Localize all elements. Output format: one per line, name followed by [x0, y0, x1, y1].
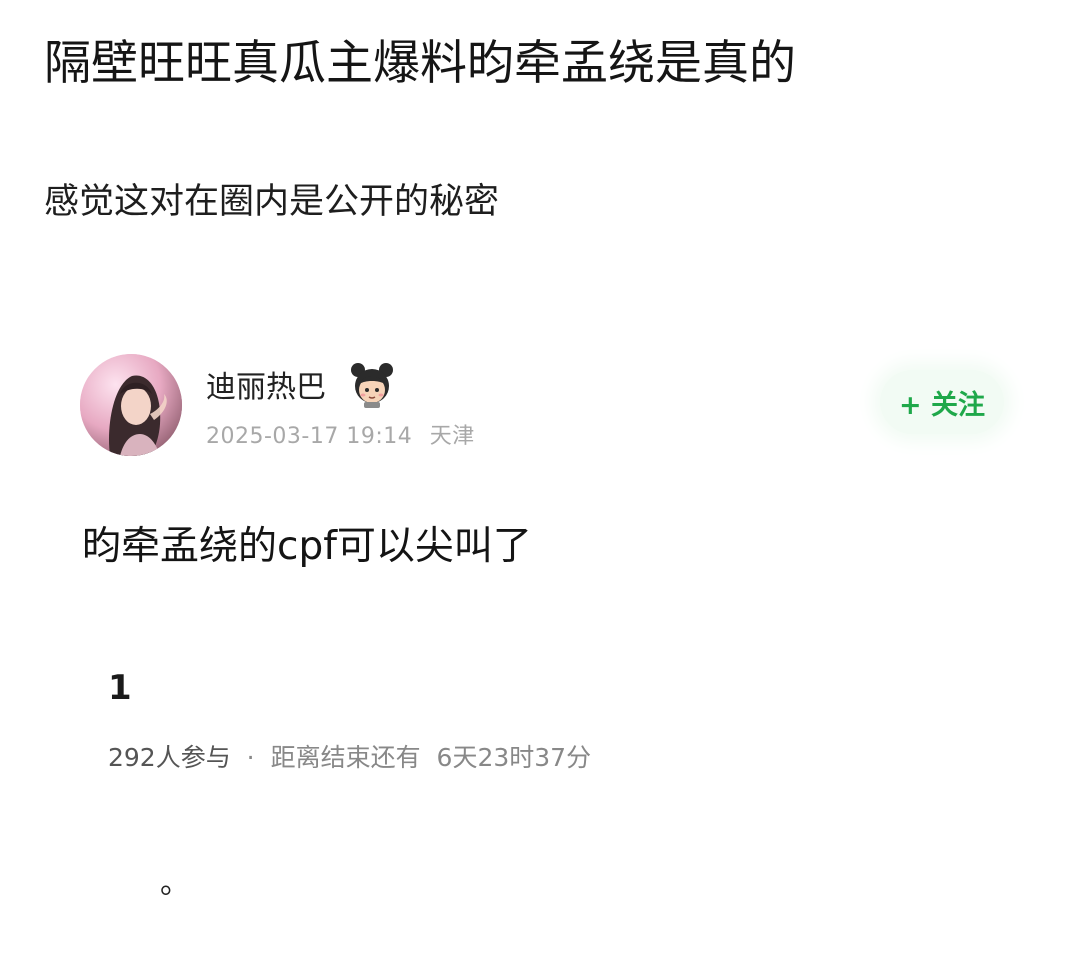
poll-participants: 292人参与: [108, 743, 231, 772]
post-meta: 2025-03-17 19:14 天津: [206, 418, 475, 450]
post-body: 昀牵孟绕的cpf可以尖叫了: [82, 524, 532, 569]
author-row: 迪丽热巴: [206, 362, 396, 408]
poll-meta: 292人参与 · 距离结束还有 6天23时37分: [108, 738, 591, 774]
poll-countdown-prefix: 距离结束还有: [270, 743, 421, 772]
trailing-text: 。: [160, 866, 190, 901]
poll-countdown: 6天23时37分: [436, 743, 592, 772]
post-timestamp: 2025-03-17 19:14: [206, 424, 413, 449]
follow-button[interactable]: + 关注: [880, 370, 1004, 434]
headline: 隔壁旺旺真瓜主爆料昀牵孟绕是真的: [44, 36, 796, 91]
avatar[interactable]: [80, 354, 182, 456]
post-header: 迪丽热巴 2025-03-17 19:14 天津 + 关注: [80, 352, 1020, 462]
poll-count: 1: [108, 668, 132, 708]
author-name[interactable]: 迪丽热巴: [206, 362, 326, 406]
cartoon-girl-emoji-icon: [351, 363, 393, 408]
avatar-photo-icon: [80, 354, 182, 456]
post-location: 天津: [429, 424, 475, 449]
poll-separator: ·: [246, 743, 255, 772]
subline: 感觉这对在圈内是公开的秘密: [44, 182, 500, 222]
